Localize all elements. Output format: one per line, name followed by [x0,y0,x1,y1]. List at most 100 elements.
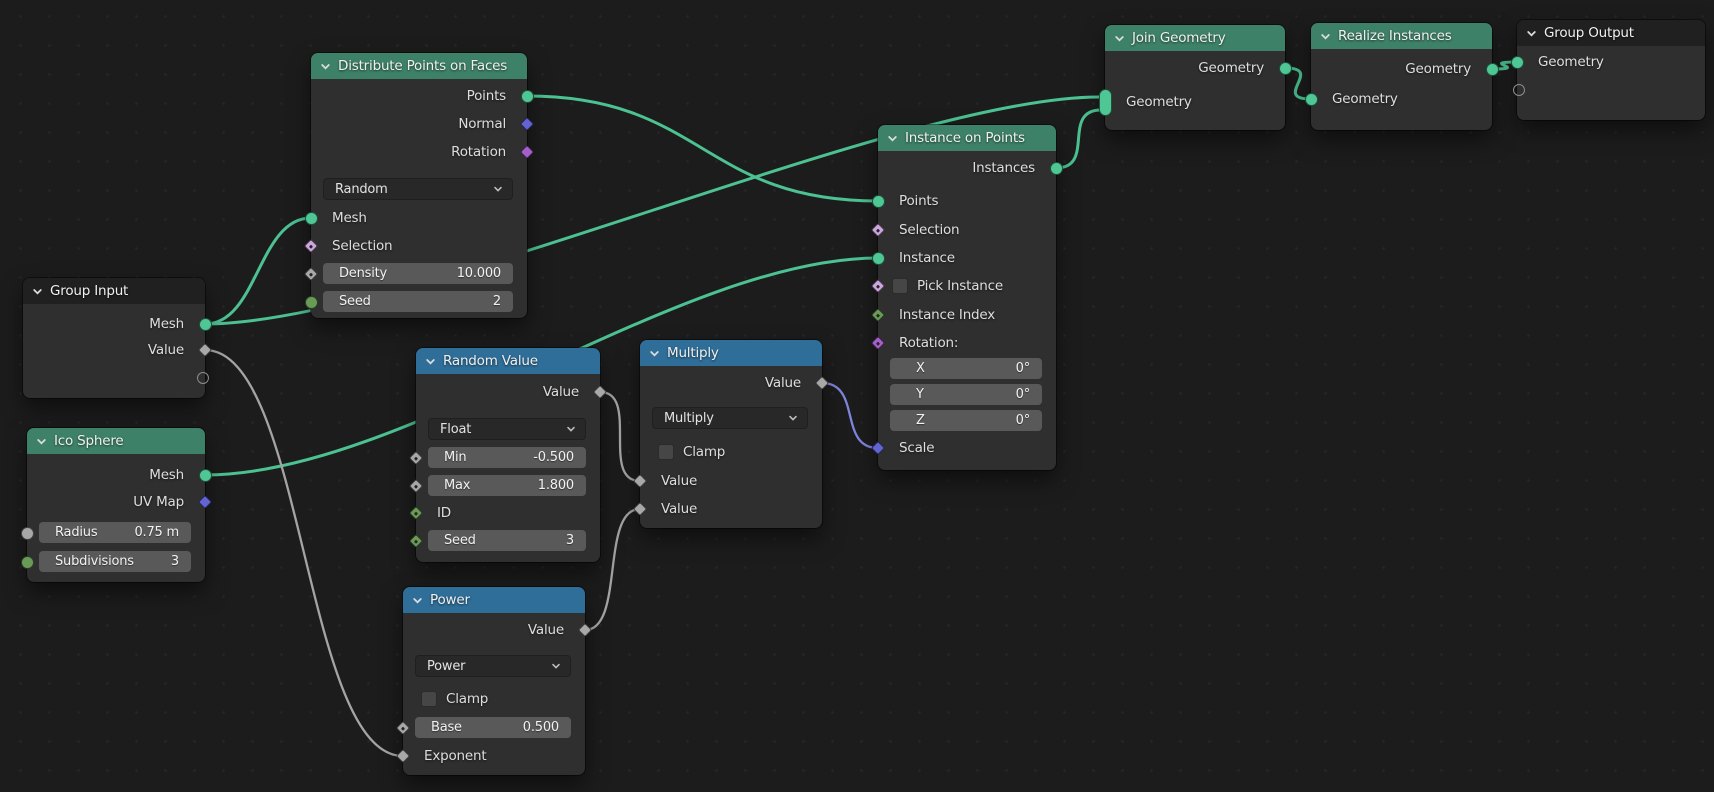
virtual-output-socket[interactable] [197,372,209,384]
input-label: Rotation: [899,335,958,351]
subdivisions-field[interactable]: Subdivisions3 [39,551,191,572]
node-realize-instances[interactable]: Realize InstancesGeometryGeometry [1311,23,1492,130]
mesh-output-socket[interactable] [199,469,212,482]
row-seed: Seed3 [416,530,600,552]
field-label: Subdivisions [55,554,134,569]
geometry-multi-input-socket[interactable] [1099,89,1112,116]
node-instance-on-points[interactable]: Instance on PointsInstancesPointsSelecti… [878,125,1056,470]
output-label: UV Map [133,494,184,510]
node-header-instance-on-points[interactable]: Instance on Points [878,125,1056,151]
node-editor-canvas[interactable]: Group InputMeshValueIco SphereMeshUV Map… [0,0,1714,792]
row-base: Base0.500 [403,717,585,739]
pick-instance-checkbox[interactable] [892,278,908,294]
output-label: Value [765,375,801,391]
radius-field[interactable]: Radius0.75 m [39,522,191,543]
seed-field[interactable]: Seed3 [428,530,586,551]
collapse-chevron-icon[interactable] [412,595,423,606]
seed-input-socket[interactable] [305,296,318,309]
input-label: Instance [899,250,955,266]
power-dropdown[interactable]: Power [415,655,571,677]
node-header-distribute-points-on-faces[interactable]: Distribute Points on Faces [311,53,527,79]
collapse-chevron-icon[interactable] [32,286,43,297]
node-group-output[interactable]: Group OutputGeometry [1517,20,1705,120]
geometry-input-socket[interactable] [1511,56,1524,69]
clamp-checkbox[interactable] [421,691,437,707]
float-dropdown[interactable]: Float [428,418,586,440]
subdivisions-input-socket[interactable] [21,556,34,569]
multiply-dropdown[interactable]: Multiply [652,407,808,429]
random-dropdown[interactable]: Random [323,178,513,200]
field-label: Seed [444,533,476,548]
checkbox-label: Clamp [683,441,725,463]
node-header-power[interactable]: Power [403,587,585,613]
collapse-chevron-icon[interactable] [887,133,898,144]
node-multiply[interactable]: MultiplyValueMultiplyClampValueValue [640,340,822,528]
dropdown-value: Power [427,659,465,674]
dropdown-value: Random [335,182,388,197]
collapse-chevron-icon[interactable] [1526,28,1537,39]
x-field[interactable]: X0° [890,358,1042,379]
density-field[interactable]: Density10.000 [323,263,513,284]
clamp-checkbox[interactable] [658,444,674,460]
link-groupinput-mesh-to-distribute-mesh[interactable] [205,218,311,324]
row-exponent: Exponent [403,745,585,767]
node-distribute-points-on-faces[interactable]: Distribute Points on FacesPointsNormalRo… [311,53,527,318]
field-value: 2 [493,294,501,309]
dropdown-chevron-icon[interactable] [551,661,561,671]
radius-input-socket[interactable] [21,527,34,540]
row-instance-index: Instance Index [878,304,1056,326]
node-header-multiply[interactable]: Multiply [640,340,822,366]
dropdown-chevron-icon[interactable] [493,184,503,194]
collapse-chevron-icon[interactable] [649,348,660,359]
link-randomvalue-to-multiply-value1[interactable] [600,392,640,481]
field-value: 0° [1016,361,1030,376]
node-title: Power [430,592,470,608]
instances-output-socket[interactable] [1050,162,1063,175]
mesh-output-socket[interactable] [199,318,212,331]
node-random-value[interactable]: Random ValueValueFloatMin-0.500Max1.800I… [416,348,600,562]
min-field[interactable]: Min-0.500 [428,447,586,468]
z-field[interactable]: Z0° [890,410,1042,431]
virtual-input-socket[interactable] [1513,84,1525,96]
node-header-group-output[interactable]: Group Output [1517,20,1705,46]
dropdown-chevron-icon[interactable] [566,424,576,434]
node-header-ico-sphere[interactable]: Ico Sphere [27,428,205,454]
output-label: Normal [458,116,506,132]
node-group-input[interactable]: Group InputMeshValue [23,278,205,398]
link-groupinput-value-to-power-exponent[interactable] [205,350,403,756]
mesh-input-socket[interactable] [305,212,318,225]
collapse-chevron-icon[interactable] [425,356,436,367]
points-input-socket[interactable] [872,195,885,208]
y-field[interactable]: Y0° [890,384,1042,405]
row-scale: Scale [878,437,1056,459]
link-instances-to-join-geometry[interactable] [1056,110,1101,168]
collapse-chevron-icon[interactable] [1320,31,1331,42]
row-uv-map: UV Map [27,491,205,513]
node-header-random-value[interactable]: Random Value [416,348,600,374]
instance-input-socket[interactable] [872,252,885,265]
collapse-chevron-icon[interactable] [1114,33,1125,44]
geometry-output-socket[interactable] [1486,63,1499,76]
points-output-socket[interactable] [521,90,534,103]
geometry-output-socket[interactable] [1279,62,1292,75]
base-field[interactable]: Base0.500 [415,717,571,738]
output-label: Rotation [451,144,506,160]
geometry-input-socket[interactable] [1305,93,1318,106]
dropdown-chevron-icon[interactable] [788,413,798,423]
seed-field[interactable]: Seed2 [323,291,513,312]
node-header-realize-instances[interactable]: Realize Instances [1311,23,1492,49]
row-dropdown: Float [416,418,600,440]
link-distribute-points-to-instance-points[interactable] [527,96,878,201]
link-multiply-to-instance-scale[interactable] [822,383,878,448]
node-join-geometry[interactable]: Join GeometryGeometryGeometry [1105,25,1285,130]
node-header-group-input[interactable]: Group Input [23,278,205,304]
node-power[interactable]: PowerValuePowerClampBase0.500Exponent [403,587,585,775]
collapse-chevron-icon[interactable] [320,61,331,72]
collapse-chevron-icon[interactable] [36,436,47,447]
input-label: Geometry [1332,91,1398,107]
node-header-join-geometry[interactable]: Join Geometry [1105,25,1285,51]
row-instances: Instances [878,157,1056,179]
max-field[interactable]: Max1.800 [428,475,586,496]
input-label: Instance Index [899,307,995,323]
node-ico-sphere[interactable]: Ico SphereMeshUV MapRadius0.75 mSubdivis… [27,428,205,582]
